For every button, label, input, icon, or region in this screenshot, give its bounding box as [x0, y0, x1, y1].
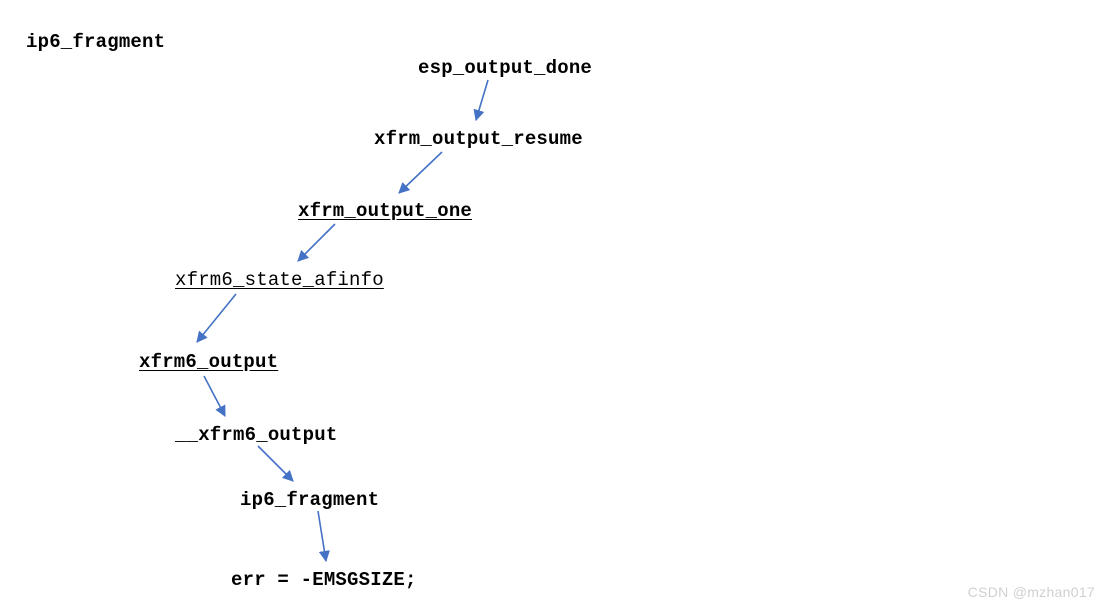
diagram-title: ip6_fragment — [26, 31, 165, 53]
node-xfrm-output-one: xfrm_output_one — [298, 200, 472, 222]
node-err-emsgsize: err = -EMSGSIZE; — [231, 569, 417, 591]
node-xfrm6-output: xfrm6_output — [139, 351, 278, 373]
node-xfrm6-output-inner: __xfrm6_output — [175, 424, 337, 446]
node-ip6-fragment: ip6_fragment — [240, 489, 379, 511]
node-esp-output-done: esp_output_done — [418, 57, 592, 79]
diagram-canvas: ip6_fragment esp_output_done xfrm_output… — [0, 0, 1109, 608]
node-xfrm-output-resume: xfrm_output_resume — [374, 128, 583, 150]
node-xfrm6-state-afinfo: xfrm6_state_afinfo — [175, 269, 384, 291]
watermark: CSDN @mzhan017 — [968, 584, 1095, 600]
arrows-layer — [0, 0, 1109, 608]
